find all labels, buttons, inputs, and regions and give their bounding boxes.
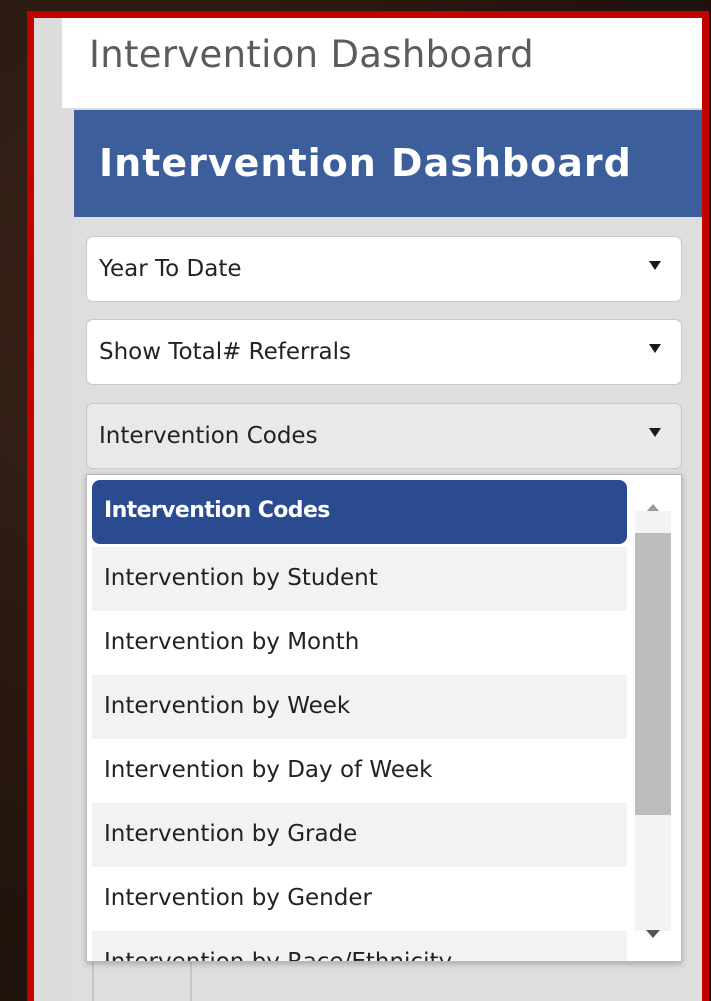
dropdown-option-by-student[interactable]: Intervention by Student bbox=[92, 547, 627, 611]
dropdown-option-intervention-codes[interactable]: Intervention Codes bbox=[92, 480, 627, 544]
view-select-value: Intervention Codes bbox=[99, 423, 318, 449]
app-frame: Intervention Dashboard Intervention Dash… bbox=[27, 11, 709, 1001]
dropdown-option-by-day-of-week[interactable]: Intervention by Day of Week bbox=[92, 739, 627, 803]
measure-select-value: Show Total# Referrals bbox=[99, 339, 351, 365]
chevron-down-icon bbox=[649, 261, 661, 270]
scroll-down-icon[interactable] bbox=[646, 930, 660, 938]
period-select-value: Year To Date bbox=[99, 256, 242, 282]
view-select[interactable]: Intervention Codes bbox=[86, 403, 682, 469]
page-title: Intervention Dashboard bbox=[62, 18, 702, 108]
dropdown-option-by-week[interactable]: Intervention by Week bbox=[92, 675, 627, 739]
dropdown-option-by-grade[interactable]: Intervention by Grade bbox=[92, 803, 627, 867]
measure-select[interactable]: Show Total# Referrals bbox=[86, 319, 682, 385]
dropdown-option-by-gender[interactable]: Intervention by Gender bbox=[92, 867, 627, 931]
scroll-thumb[interactable] bbox=[635, 533, 671, 815]
dropdown-scrollbar[interactable] bbox=[627, 475, 681, 961]
period-select[interactable]: Year To Date bbox=[86, 236, 682, 302]
view-dropdown-list[interactable]: Intervention Codes Intervention by Stude… bbox=[86, 474, 682, 962]
dropdown-option-by-month[interactable]: Intervention by Month bbox=[92, 611, 627, 675]
dashboard-header: Intervention Dashboard bbox=[74, 110, 702, 217]
chevron-down-icon bbox=[649, 428, 661, 437]
dropdown-option-by-race-ethnicity[interactable]: Intervention by Race/Ethnicity bbox=[92, 931, 627, 961]
chevron-down-icon bbox=[649, 344, 661, 353]
